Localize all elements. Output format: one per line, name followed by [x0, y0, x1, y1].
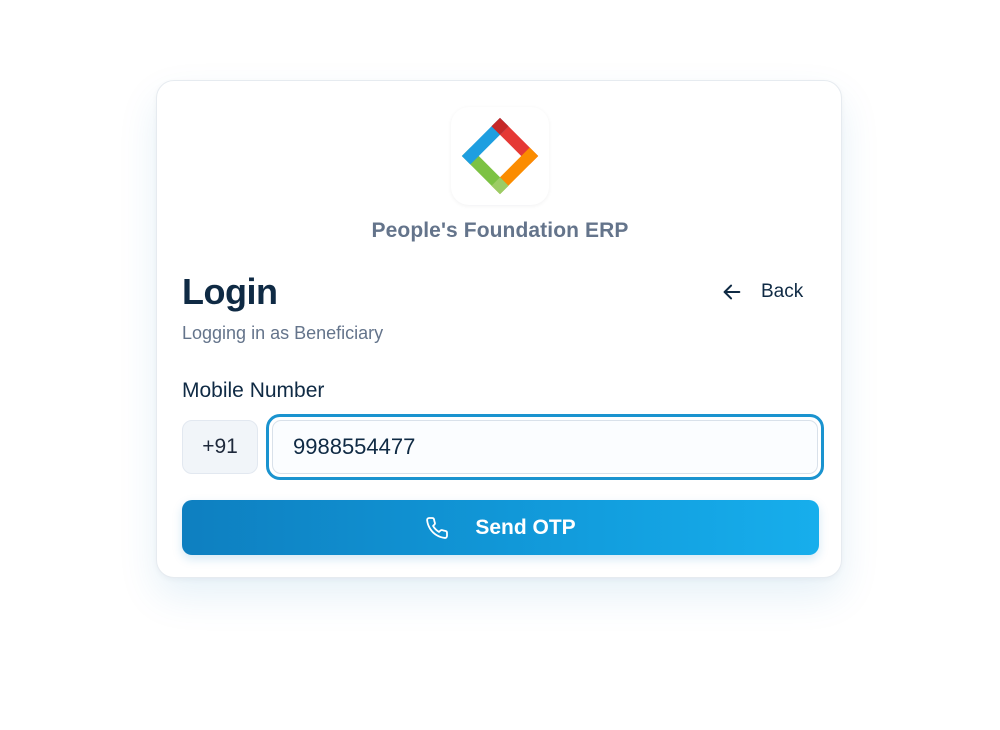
org-logo-mark — [461, 117, 539, 195]
mobile-number-label: Mobile Number — [182, 379, 325, 402]
back-button[interactable]: Back — [713, 275, 811, 309]
login-role-subtitle: Logging in as Beneficiary — [182, 323, 384, 343]
send-otp-button[interactable]: Send OTP — [182, 500, 819, 555]
send-otp-label: Send OTP — [475, 515, 576, 539]
mobile-number-input[interactable] — [272, 420, 818, 474]
back-button-label: Back — [761, 281, 804, 302]
arrow-left-icon — [721, 281, 743, 303]
login-page: People's Foundation ERP Login Back Loggi… — [0, 0, 1000, 730]
country-code: +91 — [182, 420, 258, 474]
org-logo — [451, 107, 549, 205]
login-card: People's Foundation ERP Login Back Loggi… — [156, 80, 842, 578]
phone-icon — [425, 516, 449, 540]
org-name: People's Foundation ERP — [371, 219, 629, 242]
mobile-number-input-wrapper — [266, 414, 824, 480]
page-title: Login — [182, 271, 278, 312]
